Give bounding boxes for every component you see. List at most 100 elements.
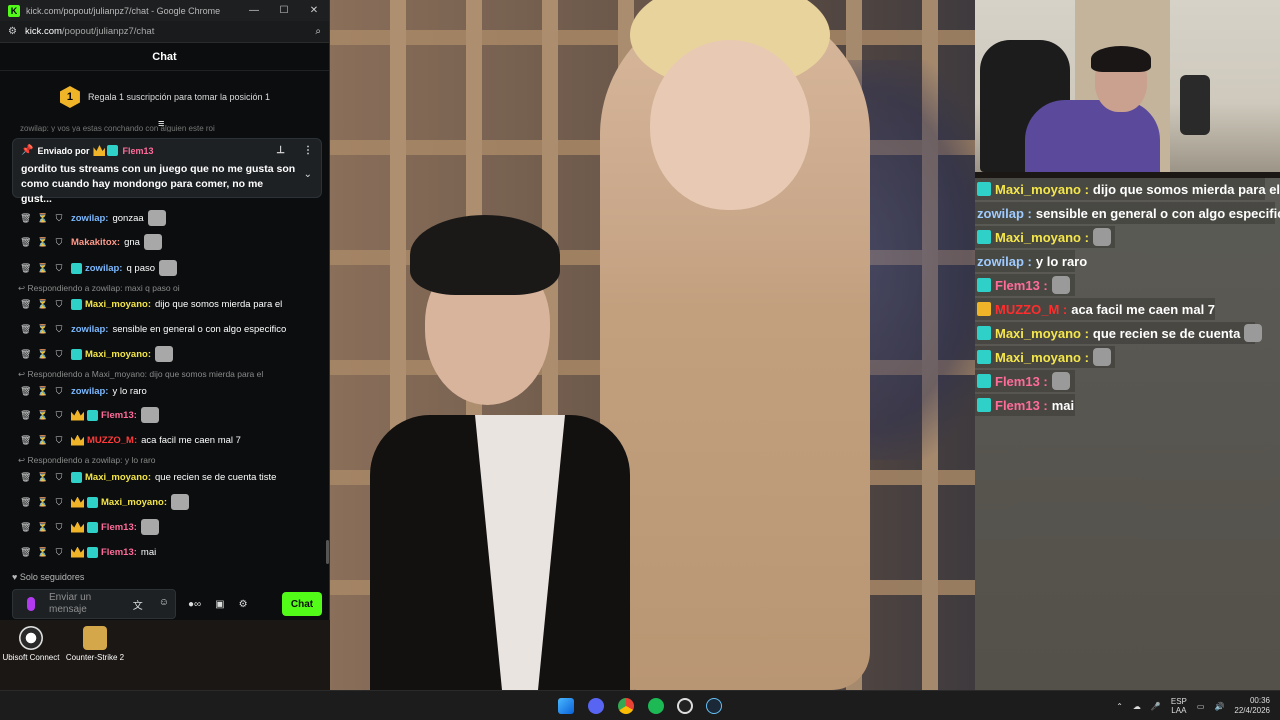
trash-icon[interactable]: 🗑 <box>20 299 31 310</box>
site-settings-icon[interactable]: ⚙ <box>8 26 17 37</box>
scrollbar[interactable] <box>326 540 329 564</box>
timeout-icon[interactable]: ⏳ <box>37 386 48 397</box>
trash-icon[interactable]: 🗑 <box>20 213 31 224</box>
mic-icon[interactable] <box>27 597 35 611</box>
chat-username[interactable]: zowilap: <box>85 263 122 274</box>
points-icon[interactable]: ●∞ <box>188 599 201 610</box>
timeout-icon[interactable]: ⏳ <box>37 213 48 224</box>
chat-username[interactable]: Maxi_moyano: <box>101 497 167 508</box>
discord-icon[interactable] <box>588 698 604 714</box>
chat-username[interactable]: zowilap: <box>71 324 108 335</box>
chat-username[interactable]: Maxi_moyano: <box>85 472 151 483</box>
reply-context[interactable]: ↩ Respondiendo a zowilap: maxi q paso oi <box>18 283 180 295</box>
send-chat-button[interactable]: Chat <box>282 592 322 616</box>
chat-message[interactable]: 🗑 ⏳ ⛉ Flem13: <box>20 406 159 424</box>
close-button[interactable]: ✕ <box>299 0 329 21</box>
timeout-icon[interactable]: ⏳ <box>37 263 48 274</box>
chat-message[interactable]: 🗑 ⏳ ⛉ Flem13: <box>20 518 159 536</box>
shield-icon[interactable]: ⛉ <box>54 349 64 360</box>
sub-gift-banner[interactable]: 1 Regala 1 suscripción para tomar la pos… <box>0 72 330 122</box>
chat-username[interactable]: Makakitox: <box>71 237 120 248</box>
chat-message[interactable]: 🗑 ⏳ ⛉ Flem13: mai <box>20 543 156 561</box>
trash-icon[interactable]: 🗑 <box>20 324 31 335</box>
timeout-icon[interactable]: ⏳ <box>37 435 48 446</box>
cloud-icon[interactable]: ☁ <box>1133 702 1141 711</box>
desktop-icon-ubisoft[interactable]: Ubisoft Connect <box>0 626 66 662</box>
chat-message[interactable]: 🗑 ⏳ ⛉ Maxi_moyano: dijo que somos mierda par… <box>20 295 282 313</box>
shield-icon[interactable]: ⛉ <box>54 547 64 558</box>
shield-icon[interactable]: ⛉ <box>54 299 64 310</box>
pinned-message[interactable]: 📌 Enviado por Flem13 ⊥ ⋮ gordito tus str… <box>12 138 322 205</box>
timeout-icon[interactable]: ⏳ <box>37 472 48 483</box>
title-bar[interactable]: K kick.com/popout/julianpz7/chat - Googl… <box>0 0 329 21</box>
chat-message[interactable]: 🗑 ⏳ ⛉ Maxi_moyano: <box>20 493 189 511</box>
chat-message[interactable]: 🗑 ⏳ ⛉ zowilap: q paso <box>20 259 178 277</box>
minimize-button[interactable]: — <box>239 0 269 21</box>
shield-icon[interactable]: ⛉ <box>54 472 64 483</box>
address-bar[interactable]: ⚙ kick.com/popout/julianpz7/chat ⌕ <box>0 21 329 43</box>
language-indicator[interactable]: ESP LAA <box>1171 697 1187 715</box>
network-icon[interactable]: ▭ <box>1197 702 1205 711</box>
trash-icon[interactable]: 🗑 <box>20 472 31 483</box>
zoom-icon[interactable]: ⌕ <box>315 26 321 37</box>
translate-icon[interactable]: 文 <box>133 597 143 612</box>
trash-icon[interactable]: 🗑 <box>20 410 31 421</box>
chat-username[interactable]: Flem13: <box>101 410 137 421</box>
chat-message[interactable]: 🗑 ⏳ ⛉ Makakitox: gna <box>20 233 162 251</box>
timeout-icon[interactable]: ⏳ <box>37 299 48 310</box>
message-input[interactable]: Enviar un mensaje 文 ☺ <box>12 589 176 619</box>
timeout-icon[interactable]: ⏳ <box>37 410 48 421</box>
store-icon[interactable]: ▣ <box>215 599 224 610</box>
chat-username[interactable]: Maxi_moyano: <box>85 299 151 310</box>
github-icon[interactable] <box>677 698 693 714</box>
trash-icon[interactable]: 🗑 <box>20 435 31 446</box>
shield-icon[interactable]: ⛉ <box>54 522 64 533</box>
reply-context[interactable]: ↩ Respondiendo a Maxi_moyano: dijo que s… <box>18 369 263 381</box>
clock[interactable]: 00:36 22/4/2026 <box>1234 696 1270 716</box>
chat-username[interactable]: zowilap: <box>71 386 108 397</box>
shield-icon[interactable]: ⛉ <box>54 237 64 248</box>
chevron-up-icon[interactable]: ⌃ <box>1116 702 1123 711</box>
chat-message[interactable]: 🗑 ⏳ ⛉ Maxi_moyano: que recien se de cuenta t… <box>20 468 276 486</box>
timeout-icon[interactable]: ⏳ <box>37 237 48 248</box>
shield-icon[interactable]: ⛉ <box>54 386 64 397</box>
chat-username[interactable]: MUZZO_M: <box>87 435 137 446</box>
trash-icon[interactable]: 🗑 <box>20 547 31 558</box>
chat-message[interactable]: 🗑 ⏳ ⛉ MUZZO_M: aca facil me caen mal 7 <box>20 431 241 449</box>
emoji-icon[interactable]: ☺ <box>159 597 169 612</box>
desktop-icon-cs2[interactable]: Counter-Strike 2 <box>60 626 130 662</box>
trash-icon[interactable]: 🗑 <box>20 386 31 397</box>
chat-username[interactable]: Flem13: <box>101 547 137 558</box>
timeout-icon[interactable]: ⏳ <box>37 324 48 335</box>
timeout-icon[interactable]: ⏳ <box>37 497 48 508</box>
trash-icon[interactable]: 🗑 <box>20 522 31 533</box>
windows-start-icon[interactable] <box>558 698 574 714</box>
shield-icon[interactable]: ⛉ <box>54 410 64 421</box>
maximize-button[interactable]: ☐ <box>269 0 299 21</box>
chat-message[interactable]: 🗑 ⏳ ⛉ zowilap: gonzaa <box>20 209 166 227</box>
trash-icon[interactable]: 🗑 <box>20 263 31 274</box>
chevron-down-icon[interactable]: ⌄ <box>304 169 312 180</box>
spotify-icon[interactable] <box>648 698 664 714</box>
timeout-icon[interactable]: ⏳ <box>37 522 48 533</box>
shield-icon[interactable]: ⛉ <box>54 497 64 508</box>
trash-icon[interactable]: 🗑 <box>20 237 31 248</box>
shield-icon[interactable]: ⛉ <box>54 324 64 335</box>
chat-message[interactable]: 🗑 ⏳ ⛉ Maxi_moyano: <box>20 345 173 363</box>
shield-icon[interactable]: ⛉ <box>54 435 64 446</box>
microphone-icon[interactable]: 🎤 <box>1151 702 1161 711</box>
trash-icon[interactable]: 🗑 <box>20 349 31 360</box>
more-options-icon[interactable]: ⋮ <box>303 145 313 156</box>
chat-message[interactable]: 🗑 ⏳ ⛉ zowilap: y lo raro <box>20 382 147 400</box>
volume-icon[interactable]: 🔊 <box>1214 702 1224 711</box>
settings-icon[interactable]: ⚙ <box>239 599 248 610</box>
unpin-icon[interactable]: ⊥ <box>276 145 285 156</box>
trash-icon[interactable]: 🗑 <box>20 497 31 508</box>
chat-username[interactable]: Maxi_moyano: <box>85 349 151 360</box>
scroll-to-pinned-icon[interactable]: ≡ <box>158 118 164 130</box>
pinned-sender[interactable]: Flem13 <box>122 146 153 156</box>
timeout-icon[interactable]: ⏳ <box>37 349 48 360</box>
chat-username[interactable]: Flem13: <box>101 522 137 533</box>
chat-username[interactable]: zowilap: <box>71 213 108 224</box>
reply-context[interactable]: ↩ Respondiendo a zowilap: y lo raro <box>18 455 156 467</box>
